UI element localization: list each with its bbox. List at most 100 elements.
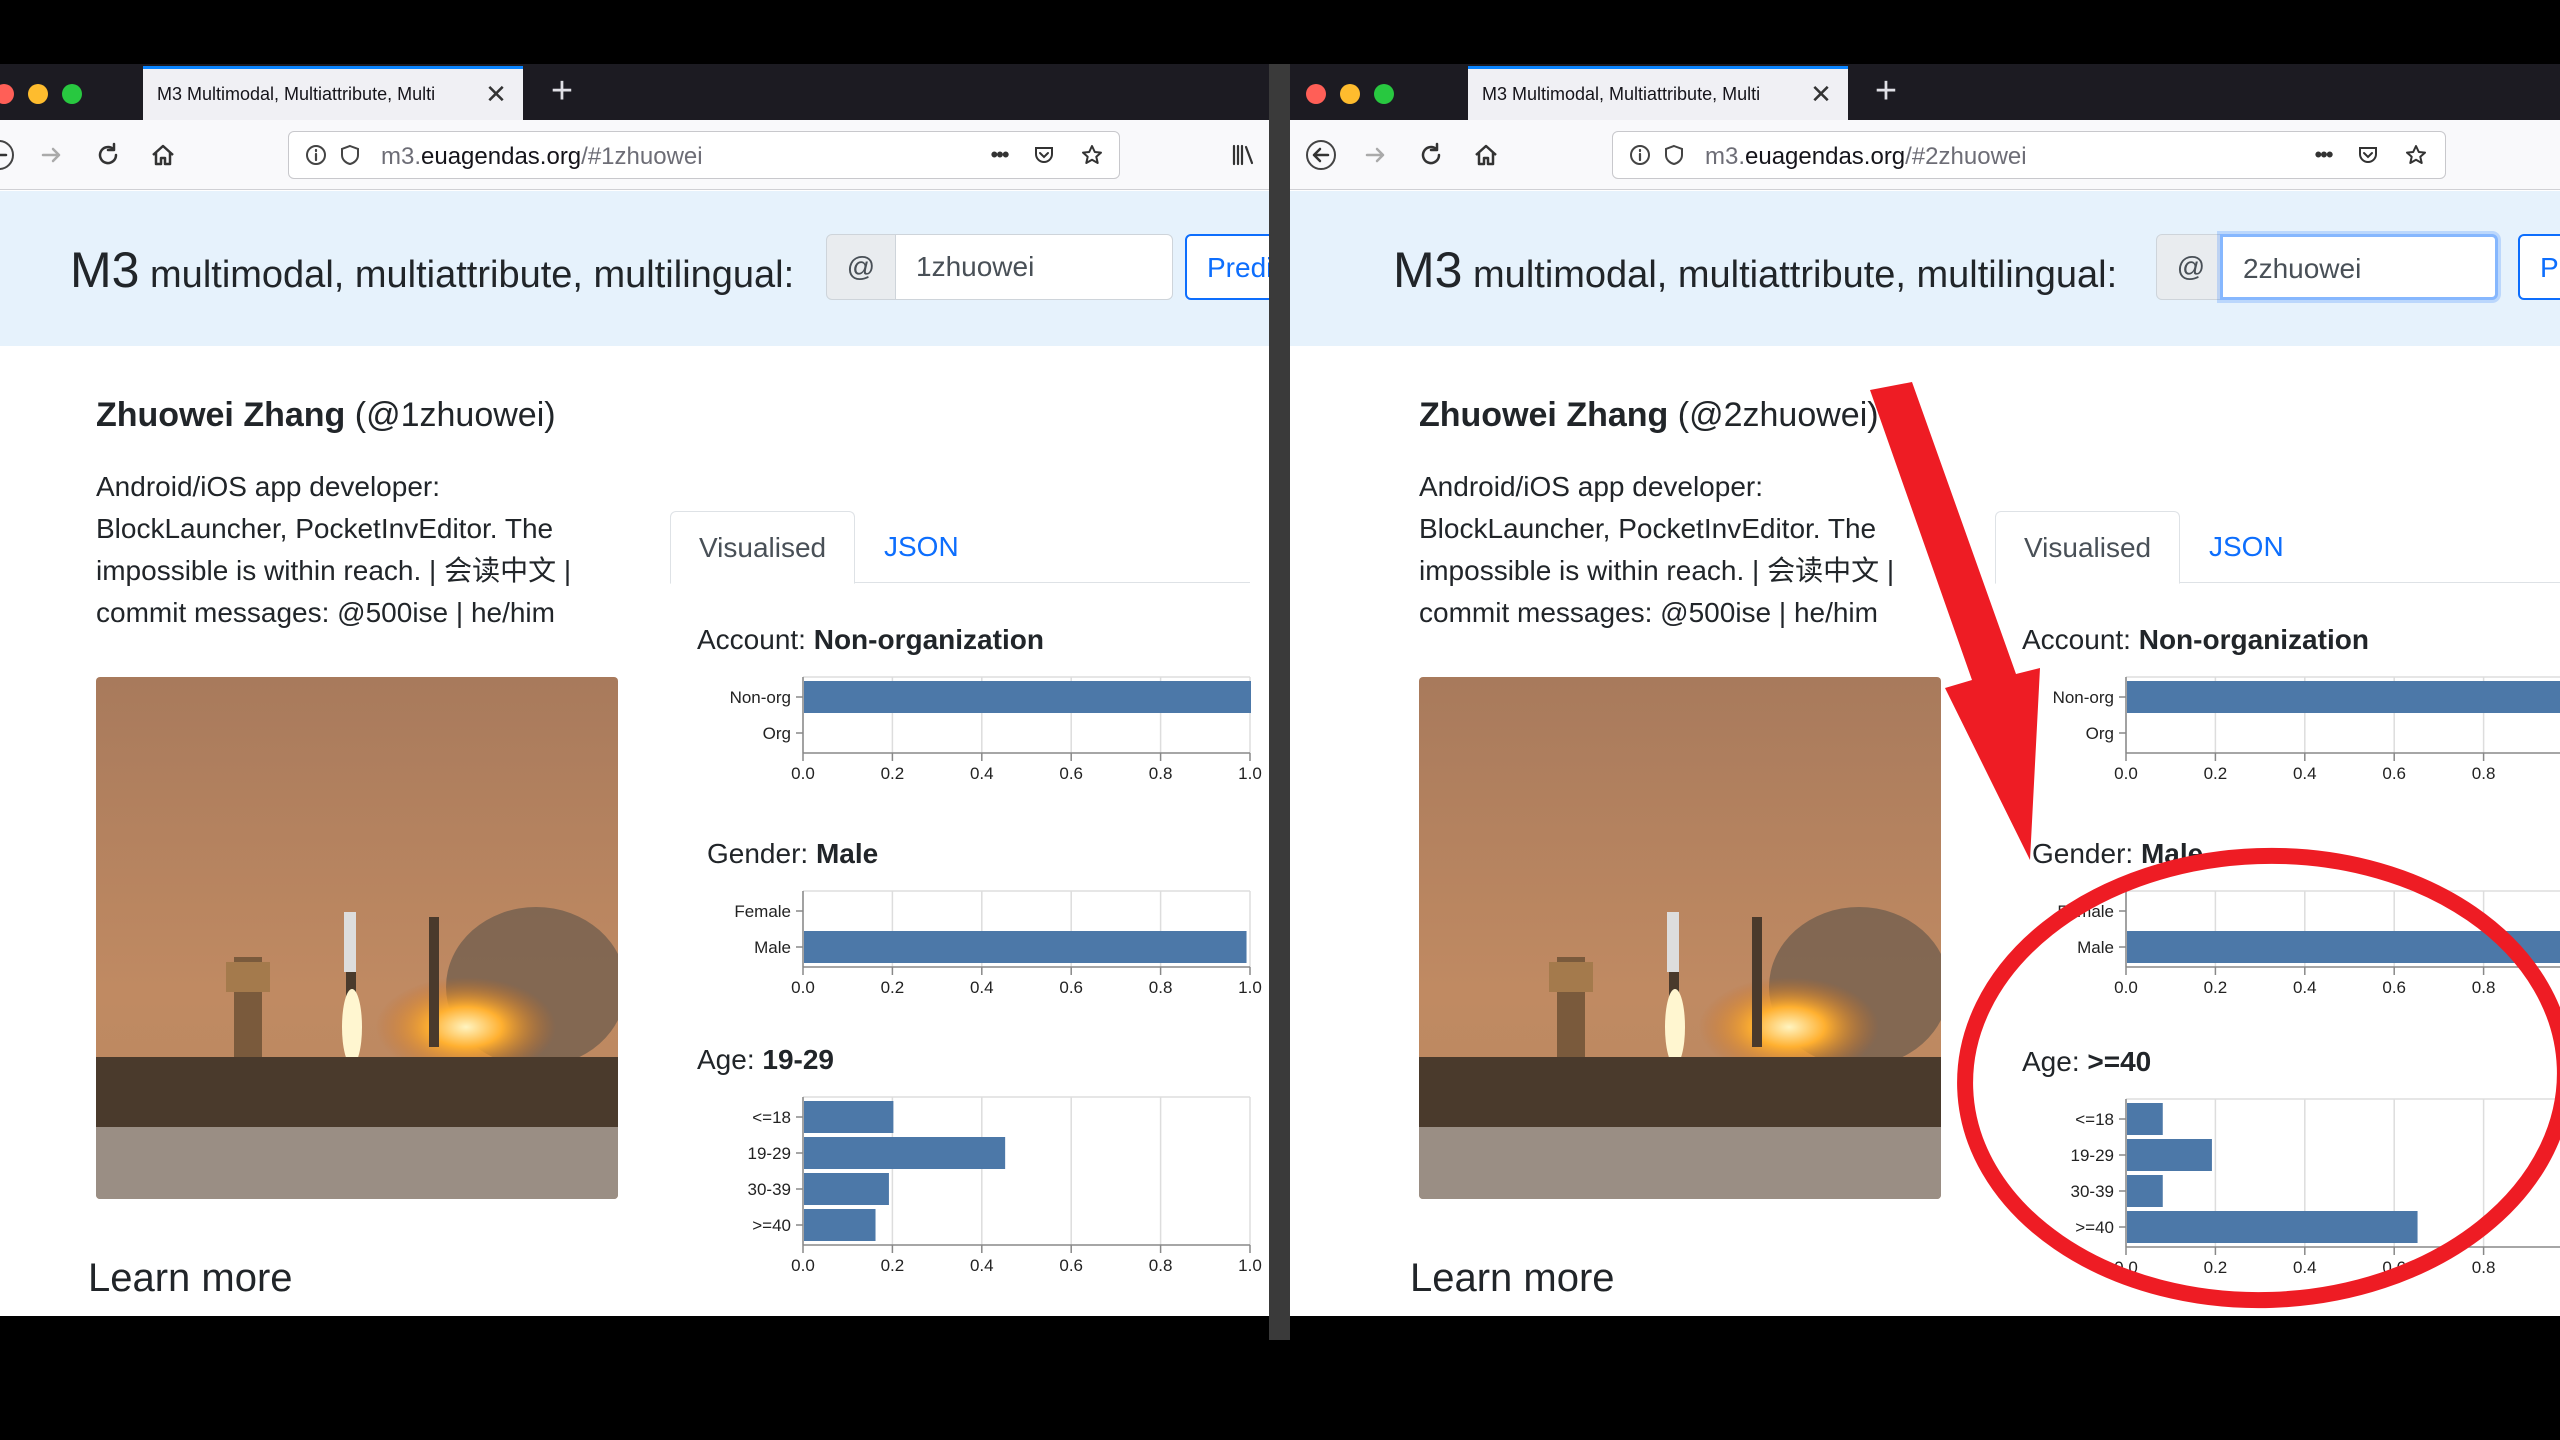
x-tick-label: 1.0: [1238, 978, 1262, 997]
x-tick-label: 0.0: [2114, 978, 2138, 997]
new-tab-button[interactable]: +: [1866, 72, 1906, 112]
home-icon: [1475, 144, 1497, 166]
profile-bio: Android/iOS app developer: BlockLauncher…: [1419, 471, 1895, 628]
header-banner: M3 multimodal, multiattribute, multiling…: [0, 191, 1269, 346]
x-tick-label: 0.0: [2114, 1258, 2138, 1277]
tab-json[interactable]: JSON: [2181, 511, 2312, 584]
x-tick-label: 0.8: [1149, 1256, 1173, 1275]
x-tick-label: 0.6: [1059, 1256, 1083, 1275]
close-tab-icon[interactable]: ✕: [483, 81, 509, 108]
header-banner: M3 multimodal, multiattribute, multiling…: [1290, 191, 2560, 346]
close-window-button[interactable]: [0, 84, 14, 104]
pocket-icon[interactable]: [2355, 142, 2381, 168]
predict-button[interactable]: Predi: [1185, 234, 1269, 300]
close-tab-icon[interactable]: ✕: [1808, 81, 1834, 108]
y-category-label: Male: [754, 938, 791, 957]
reload-icon: [98, 142, 118, 165]
window-controls: [1306, 84, 1394, 104]
profile-photo: [1419, 677, 1941, 1199]
new-tab-button[interactable]: +: [542, 72, 582, 112]
reload-icon: [1421, 142, 1441, 165]
zoom-window-button[interactable]: [1374, 84, 1394, 104]
handle-input[interactable]: 1zhuowei: [895, 234, 1173, 300]
x-tick-label: 0.4: [970, 978, 994, 997]
y-category-label: Org: [2086, 724, 2114, 743]
x-tick-label: 0.0: [791, 764, 815, 783]
account-chart: 0.00.20.40.60.81.0Non-orgOrg: [2053, 676, 2560, 783]
x-tick-label: 0.8: [2472, 978, 2496, 997]
page-heading: M3 multimodal, multiattribute, multiling…: [1393, 242, 2118, 298]
handle-input[interactable]: 2zhuowei: [2220, 234, 2498, 300]
y-category-label: <=18: [2075, 1110, 2114, 1129]
gender-chart: 0.00.20.40.60.81.0FemaleMale: [2057, 890, 2560, 997]
chart-bar: [2127, 681, 2560, 713]
minimize-window-button[interactable]: [1340, 84, 1360, 104]
close-window-button[interactable]: [1306, 84, 1326, 104]
back-button[interactable]: [1300, 134, 1342, 176]
url-bar[interactable]: m3.euagendas.org/#2zhuowei •••: [1612, 131, 2446, 179]
profile-photo: [96, 677, 618, 1199]
minimize-window-button[interactable]: [28, 84, 48, 104]
y-category-label: >=40: [752, 1216, 791, 1235]
tab-json[interactable]: JSON: [856, 511, 987, 584]
tracking-shield-icon[interactable]: [337, 142, 363, 168]
url-bar[interactable]: m3.euagendas.org/#1zhuowei •••: [288, 131, 1120, 179]
library-button[interactable]: [1222, 134, 1264, 176]
tab-visualised[interactable]: Visualised: [670, 511, 856, 584]
info-icon[interactable]: [1627, 142, 1653, 168]
home-button[interactable]: [1465, 134, 1507, 176]
info-icon[interactable]: [303, 142, 329, 168]
tracking-shield-icon[interactable]: [1661, 142, 1687, 168]
x-tick-label: 0.2: [2204, 764, 2228, 783]
x-tick-label: 0.0: [791, 978, 815, 997]
chart-bar: [2127, 1103, 2163, 1135]
forward-button[interactable]: [1354, 134, 1396, 176]
y-category-label: Non-org: [2053, 688, 2114, 707]
x-tick-label: 0.6: [2382, 764, 2406, 783]
page-actions-more-icon[interactable]: •••: [979, 142, 1019, 168]
x-tick-label: 0.8: [2472, 1258, 2496, 1277]
reload-button[interactable]: [87, 134, 129, 176]
tab-strip: M3 Multimodal, Multiattribute, Multi ✕ +: [1290, 64, 2560, 120]
reload-button[interactable]: [1410, 134, 1452, 176]
age-chart: 0.0 0.2 0.4 0.6 0.8 1.0 <=18 19-29 30-39 >=40: [748, 1096, 1262, 1275]
chart-bar: [2127, 1175, 2163, 1207]
x-tick-label: 0.6: [2382, 978, 2406, 997]
url-text: m3.euagendas.org/#2zhuowei: [1705, 143, 2027, 170]
browser-tab[interactable]: M3 Multimodal, Multiattribute, Multi ✕: [1468, 66, 1848, 120]
page-content: M3 multimodal, multiattribute, multiling…: [0, 191, 1269, 1316]
home-button[interactable]: [142, 134, 184, 176]
forward-arrow-icon: [41, 147, 61, 163]
at-prefix: @: [826, 234, 896, 300]
zoom-window-button[interactable]: [62, 84, 82, 104]
chart-bar: [804, 1101, 894, 1133]
browser-tab[interactable]: M3 Multimodal, Multiattribute, Multi ✕: [143, 66, 523, 120]
predict-button[interactable]: Pr: [2518, 234, 2560, 300]
x-tick-label: 0.4: [2293, 1258, 2317, 1277]
x-tick-label: 0.0: [791, 1256, 815, 1275]
pocket-icon[interactable]: [1031, 142, 1057, 168]
chart-bar: [2127, 1211, 2418, 1243]
y-category-label: 30-39: [748, 1180, 791, 1199]
navigation-bar: m3.euagendas.org/#1zhuowei •••: [0, 120, 1269, 190]
back-button[interactable]: [0, 134, 20, 176]
bookmark-star-icon[interactable]: [1079, 142, 1105, 168]
chart-bar: [804, 1173, 889, 1205]
page-actions-more-icon[interactable]: •••: [2303, 142, 2343, 168]
chart-bar: [804, 681, 1251, 713]
gender-chart: 0.00.20.40.60.81.0FemaleMale: [734, 890, 1262, 997]
at-prefix: @: [2156, 234, 2226, 300]
bookmark-star-icon[interactable]: [2403, 142, 2429, 168]
tab-visualised[interactable]: Visualised: [1995, 511, 2181, 584]
forward-button[interactable]: [30, 134, 72, 176]
chart-bar: [804, 931, 1247, 963]
x-tick-label: 0.2: [2204, 1258, 2228, 1277]
y-category-label: Male: [2077, 938, 2114, 957]
account-chart-title: Account: Non-organization: [697, 624, 1044, 655]
learn-more-heading: Learn more: [1410, 1256, 1615, 1300]
chart-bar: [2127, 931, 2560, 963]
gender-chart-title: Gender: Male: [707, 838, 879, 869]
back-arrow-icon: [0, 140, 14, 170]
x-tick-label: 0.8: [2472, 764, 2496, 783]
y-category-label: Non-org: [730, 688, 791, 707]
